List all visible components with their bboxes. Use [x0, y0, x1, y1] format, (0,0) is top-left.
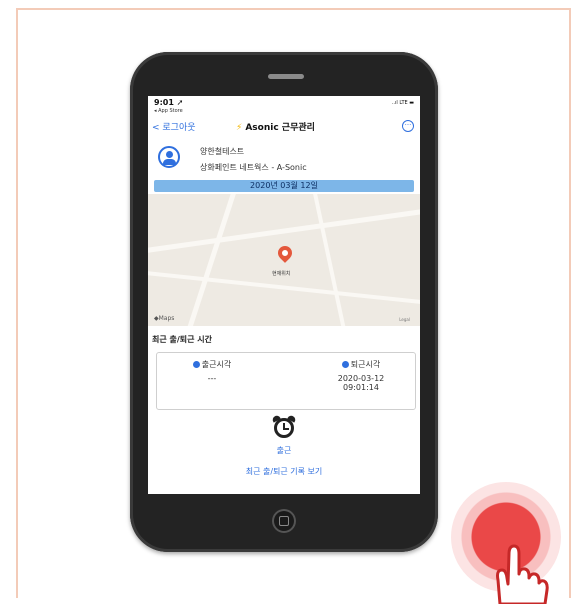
clock-out-label: 퇴근시각	[350, 360, 381, 369]
user-company: 상화페인트 네트웍스 - A-Sonic	[200, 163, 307, 172]
pointing-hand-icon	[496, 544, 549, 604]
logout-button[interactable]: < 로그아웃	[152, 120, 196, 133]
location-pin-icon	[275, 243, 295, 263]
page-title: ⚡ Asonic 근무관리	[236, 120, 315, 133]
view-history-link[interactable]: 최근 출/퇴근 기록 보기	[148, 466, 420, 477]
maps-legal-link[interactable]: Legal	[399, 317, 410, 322]
user-name: 양한철테스트	[200, 147, 245, 156]
clock-out-date: 2020-03-12	[337, 374, 385, 383]
status-time: 9:01 ➚	[154, 98, 184, 107]
clock-out-time: 09:01:14	[343, 383, 379, 392]
clock-out-dot-icon	[341, 361, 349, 368]
status-bar: 9:01 ➚ ◂ App Store ..ıl LTE ▬	[152, 98, 416, 116]
phone-speaker	[268, 74, 304, 79]
page-title-text: Asonic 근무관리	[245, 123, 315, 133]
clock-in-button-label[interactable]: 출근	[148, 445, 420, 456]
clock-out-column: 퇴근시각 2020-03-12 09:01:14	[321, 359, 401, 392]
alarm-clock-icon[interactable]	[271, 414, 297, 438]
date-banner: 2020년 03월 12일	[154, 180, 414, 192]
avatar-icon	[158, 146, 180, 168]
recent-times-heading: 최근 출/퇴근 시간	[152, 335, 213, 344]
nav-bar: < 로그아웃 ⚡ Asonic 근무관리 ···	[148, 118, 420, 136]
map-location-label: 현재위치	[272, 271, 291, 277]
status-indicators: ..ıl LTE ▬	[391, 100, 414, 106]
user-profile: 양한철테스트 상화페인트 네트웍스 - A-Sonic	[158, 142, 420, 178]
recent-times-card: 출근시각 --- 퇴근시각 2020-03-12 09:01:14	[156, 352, 416, 410]
home-button[interactable]	[272, 509, 296, 533]
map-road	[311, 194, 349, 326]
more-menu-icon[interactable]: ···	[402, 120, 414, 132]
clock-face	[274, 418, 294, 438]
lightning-icon: ⚡	[236, 123, 243, 133]
map-road	[183, 194, 238, 326]
clock-in-dot-icon	[192, 361, 200, 368]
phone-screen: 9:01 ➚ ◂ App Store ..ıl LTE ▬ < 로그아웃 ⚡ As…	[148, 96, 420, 494]
back-to-app-store-link[interactable]: ◂ App Store	[154, 108, 183, 114]
location-map[interactable]: 현재위치 ◆Maps Legal	[148, 194, 420, 326]
clock-in-column: 출근시각 ---	[177, 359, 247, 383]
clock-in-value: ---	[207, 374, 217, 383]
maps-logo: ◆Maps	[154, 315, 175, 322]
clock-in-label: 출근시각	[201, 360, 232, 369]
phone-device: 9:01 ➚ ◂ App Store ..ıl LTE ▬ < 로그아웃 ⚡ As…	[130, 52, 438, 552]
